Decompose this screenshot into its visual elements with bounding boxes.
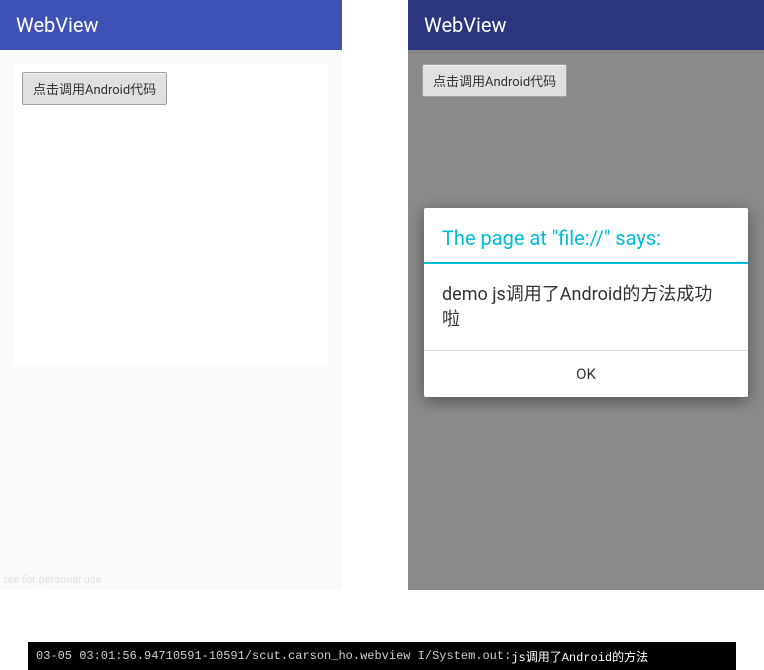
app-header: WebView [0, 0, 342, 50]
dialog-title: The page at "file://" says: [424, 208, 748, 264]
app-title: WebView [424, 13, 507, 37]
alert-dialog: The page at "file://" says: demo js调用了An… [424, 208, 748, 397]
app-title: WebView [16, 13, 99, 37]
watermark-text: ree for personal use [4, 573, 101, 586]
dialog-message: demo js调用了Android的方法成功啦 [424, 264, 748, 350]
webview-content: 点击调用Android代码 [0, 50, 342, 590]
logcat-area: 03-05 03:01:56.947 10591-10591/scut.cars… [0, 625, 764, 670]
screen-left: WebView 点击调用Android代码 ree for personal u… [0, 0, 342, 590]
dialog-ok-button[interactable]: OK [424, 350, 748, 397]
call-android-button[interactable]: 点击调用Android代码 [422, 64, 567, 97]
log-tag: scut.carson_ho.webview I/System.out: [252, 649, 511, 663]
app-header: WebView [408, 0, 764, 50]
log-timestamp: 03-05 03:01:56.947 [36, 649, 166, 663]
webview-content-dimmed: 点击调用Android代码 The page at "file://" says… [408, 50, 764, 590]
log-line: 03-05 03:01:56.947 10591-10591/scut.cars… [28, 642, 736, 670]
log-pid: 10591-10591 [166, 649, 245, 663]
webview-page: 点击调用Android代码 [14, 64, 328, 364]
call-android-button[interactable]: 点击调用Android代码 [22, 72, 167, 105]
log-message: js调用了Android的方法 [511, 648, 648, 665]
screen-right: WebView 点击调用Android代码 The page at "file:… [408, 0, 764, 590]
